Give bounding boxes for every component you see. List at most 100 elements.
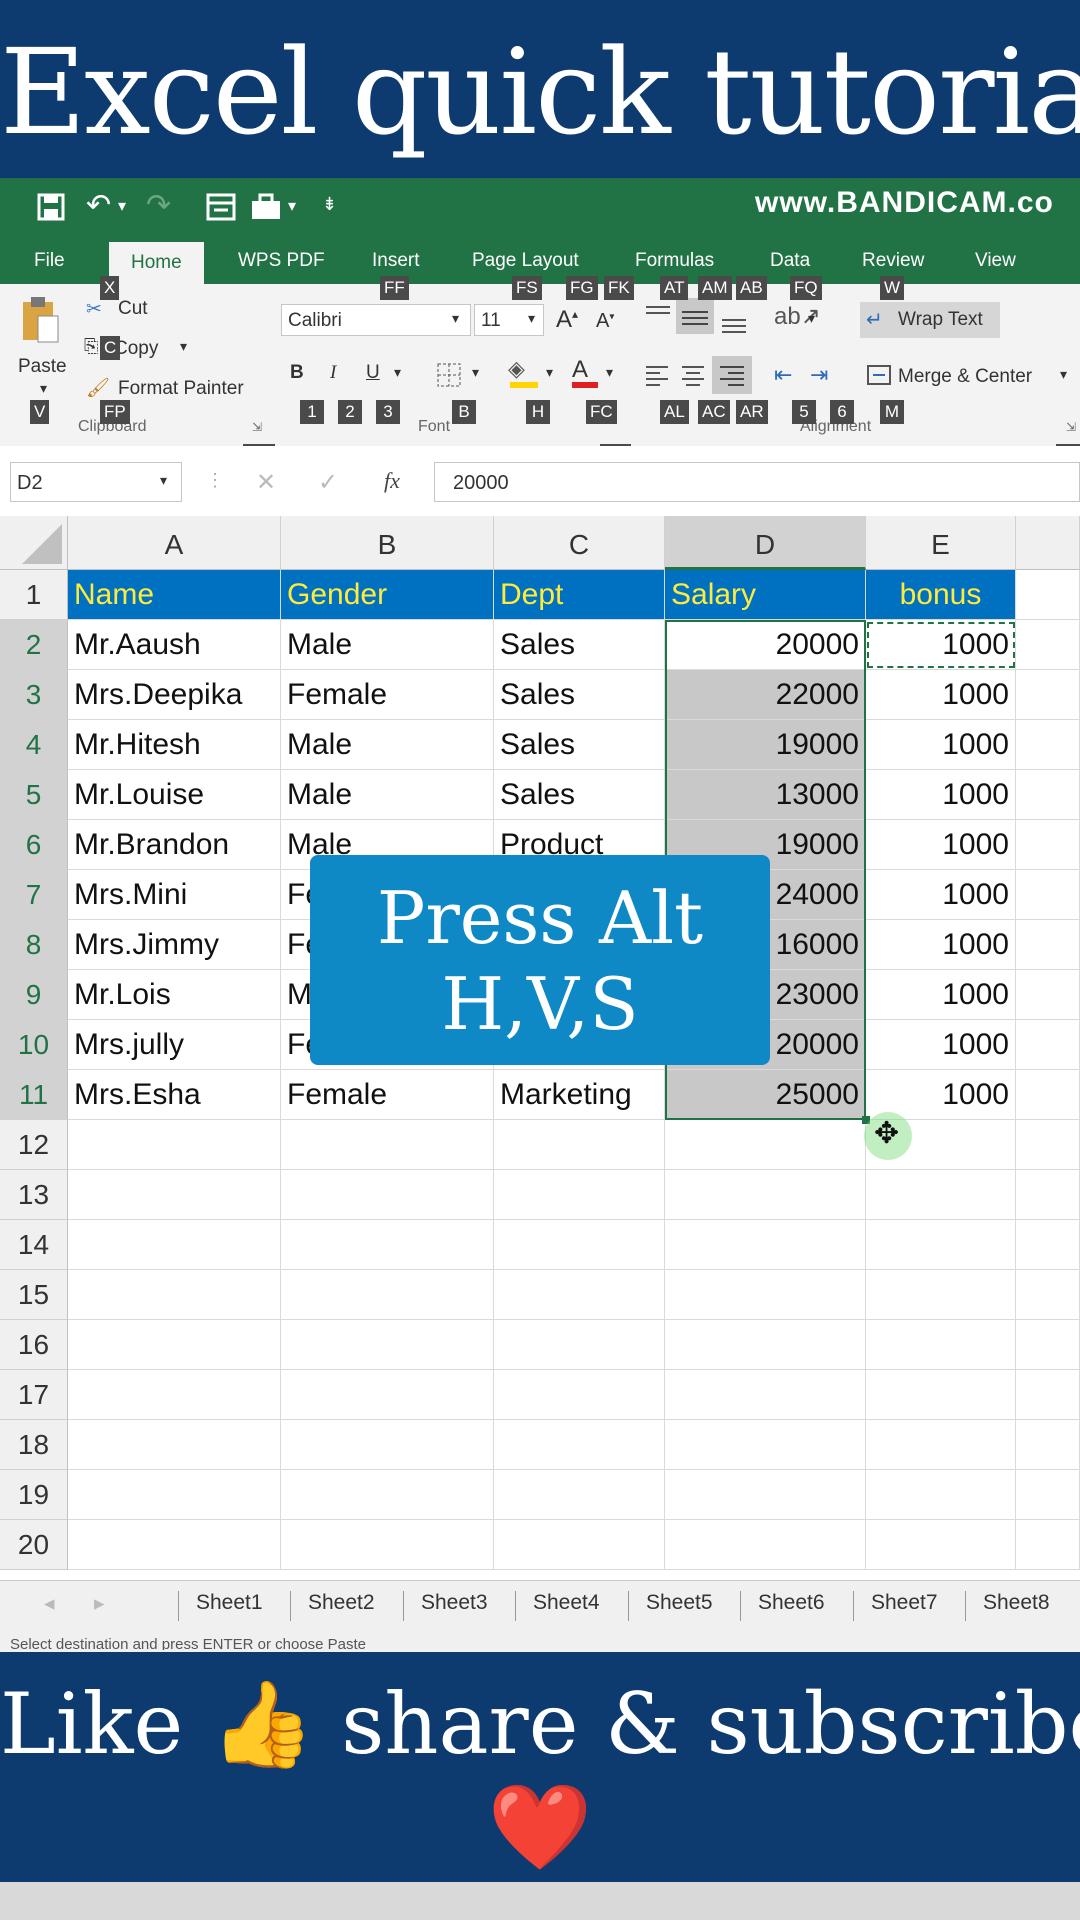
row-header[interactable]: 14 [0,1220,68,1270]
table-cell[interactable] [1016,870,1080,920]
borders-icon[interactable] [436,362,462,388]
cut-icon[interactable]: ✂ [86,298,102,321]
empty-cell[interactable] [494,1170,665,1220]
empty-cell[interactable] [665,1420,866,1470]
table-cell[interactable]: Male [281,720,494,770]
increase-indent-icon[interactable]: ⇥ [810,362,828,388]
tab-data[interactable]: Data [770,250,810,272]
empty-cell[interactable] [665,1270,866,1320]
merge-center-icon[interactable] [866,364,892,386]
paste-icon[interactable] [20,294,60,344]
empty-cell[interactable] [1016,1420,1080,1470]
empty-cell[interactable] [68,1270,281,1320]
table-cell[interactable]: Mr.Lois [68,970,281,1020]
table-header-cell[interactable]: Dept [494,570,665,620]
fill-color-icon[interactable]: ◈ [508,356,538,388]
font-size-chevron-icon[interactable]: ▾ [528,310,535,327]
empty-cell[interactable] [281,1170,494,1220]
table-cell[interactable] [1016,820,1080,870]
briefcase-icon[interactable] [250,192,282,222]
name-box-chevron-icon[interactable]: ▾ [160,472,167,489]
row-header[interactable]: 16 [0,1320,68,1370]
align-middle-button[interactable] [676,298,714,334]
row-header[interactable]: 5 [0,770,68,820]
empty-cell[interactable] [281,1370,494,1420]
column-header-d[interactable]: D [665,516,866,570]
empty-cell[interactable] [494,1120,665,1170]
table-cell[interactable]: Mr.Hitesh [68,720,281,770]
insert-function-button[interactable]: fx [384,468,400,494]
empty-cell[interactable] [68,1520,281,1570]
tab-review[interactable]: Review [862,250,924,272]
row-header[interactable]: 3 [0,670,68,720]
table-cell[interactable]: Sales [494,620,665,670]
empty-cell[interactable] [281,1520,494,1570]
empty-cell[interactable] [866,1420,1016,1470]
row-header[interactable]: 11 [0,1070,68,1120]
table-header-cell[interactable]: Salary [665,570,866,620]
column-header-a[interactable]: A [68,516,281,570]
table-cell[interactable]: Mrs.Jimmy [68,920,281,970]
copy-label[interactable]: Copy [114,338,158,360]
empty-cell[interactable] [68,1120,281,1170]
name-box[interactable]: D2 [10,462,182,502]
align-top-icon[interactable] [644,304,672,324]
row-header[interactable]: 1 [0,570,68,620]
empty-cell[interactable] [1016,1170,1080,1220]
tab-file[interactable]: File [34,250,65,272]
table-cell[interactable] [1016,720,1080,770]
underline-dropdown-icon[interactable]: ▾ [394,364,401,381]
empty-cell[interactable] [281,1420,494,1470]
save-icon[interactable] [36,192,66,222]
table-cell[interactable] [1016,620,1080,670]
row-header[interactable]: 4 [0,720,68,770]
empty-cell[interactable] [281,1120,494,1170]
empty-cell[interactable] [68,1470,281,1520]
bold-button[interactable]: B [290,362,304,384]
copy-icon[interactable]: ⎘ [84,336,98,357]
row-header[interactable]: 10 [0,1020,68,1070]
empty-cell[interactable] [281,1320,494,1370]
table-cell[interactable]: 1000 [866,1020,1016,1070]
sheet-tab[interactable]: Sheet1 [196,1591,263,1615]
select-all-corner[interactable] [0,516,68,570]
empty-cell[interactable] [494,1520,665,1570]
row-header[interactable]: 15 [0,1270,68,1320]
orientation-dropdown-icon[interactable]: ▾ [808,310,815,327]
empty-cell[interactable] [1016,1370,1080,1420]
empty-cell[interactable] [494,1470,665,1520]
row-header[interactable]: 2 [0,620,68,670]
formula-input[interactable]: 20000 [434,462,1080,502]
confirm-entry-button[interactable]: ✓ [318,468,338,497]
format-painter-label[interactable]: Format Painter [118,378,244,400]
paste-dropdown-icon[interactable]: ▾ [40,380,47,397]
empty-cell[interactable] [866,1170,1016,1220]
decrease-font-icon[interactable]: A▾ [596,310,614,333]
cancel-entry-button[interactable]: ✕ [256,468,276,497]
empty-cell[interactable] [1016,1120,1080,1170]
scroll-left-icon[interactable]: ◂ [44,1591,55,1616]
tab-home[interactable]: Home [109,242,204,284]
increase-font-icon[interactable]: A▴ [556,306,578,334]
empty-cell[interactable] [866,1370,1016,1420]
cut-label[interactable]: Cut [118,298,148,320]
alignment-launcher-icon[interactable]: ⇲ [1066,420,1076,434]
table-cell[interactable]: Mrs.Esha [68,1070,281,1120]
empty-cell[interactable] [866,1320,1016,1370]
table-cell[interactable]: 1000 [866,820,1016,870]
table-cell[interactable]: Mr.Brandon [68,820,281,870]
empty-cell[interactable] [68,1170,281,1220]
empty-cell[interactable] [281,1470,494,1520]
align-bottom-icon[interactable] [720,306,748,334]
empty-cell[interactable] [1016,1220,1080,1270]
row-header[interactable]: 20 [0,1520,68,1570]
borders-dropdown-icon[interactable]: ▾ [472,364,479,381]
decrease-indent-icon[interactable]: ⇤ [774,362,792,388]
empty-cell[interactable] [665,1170,866,1220]
empty-cell[interactable] [68,1370,281,1420]
table-cell[interactable] [1016,670,1080,720]
table-cell[interactable] [1016,920,1080,970]
sheet-tab[interactable]: Sheet3 [421,1591,488,1615]
empty-cell[interactable] [1016,1470,1080,1520]
empty-cell[interactable] [281,1220,494,1270]
